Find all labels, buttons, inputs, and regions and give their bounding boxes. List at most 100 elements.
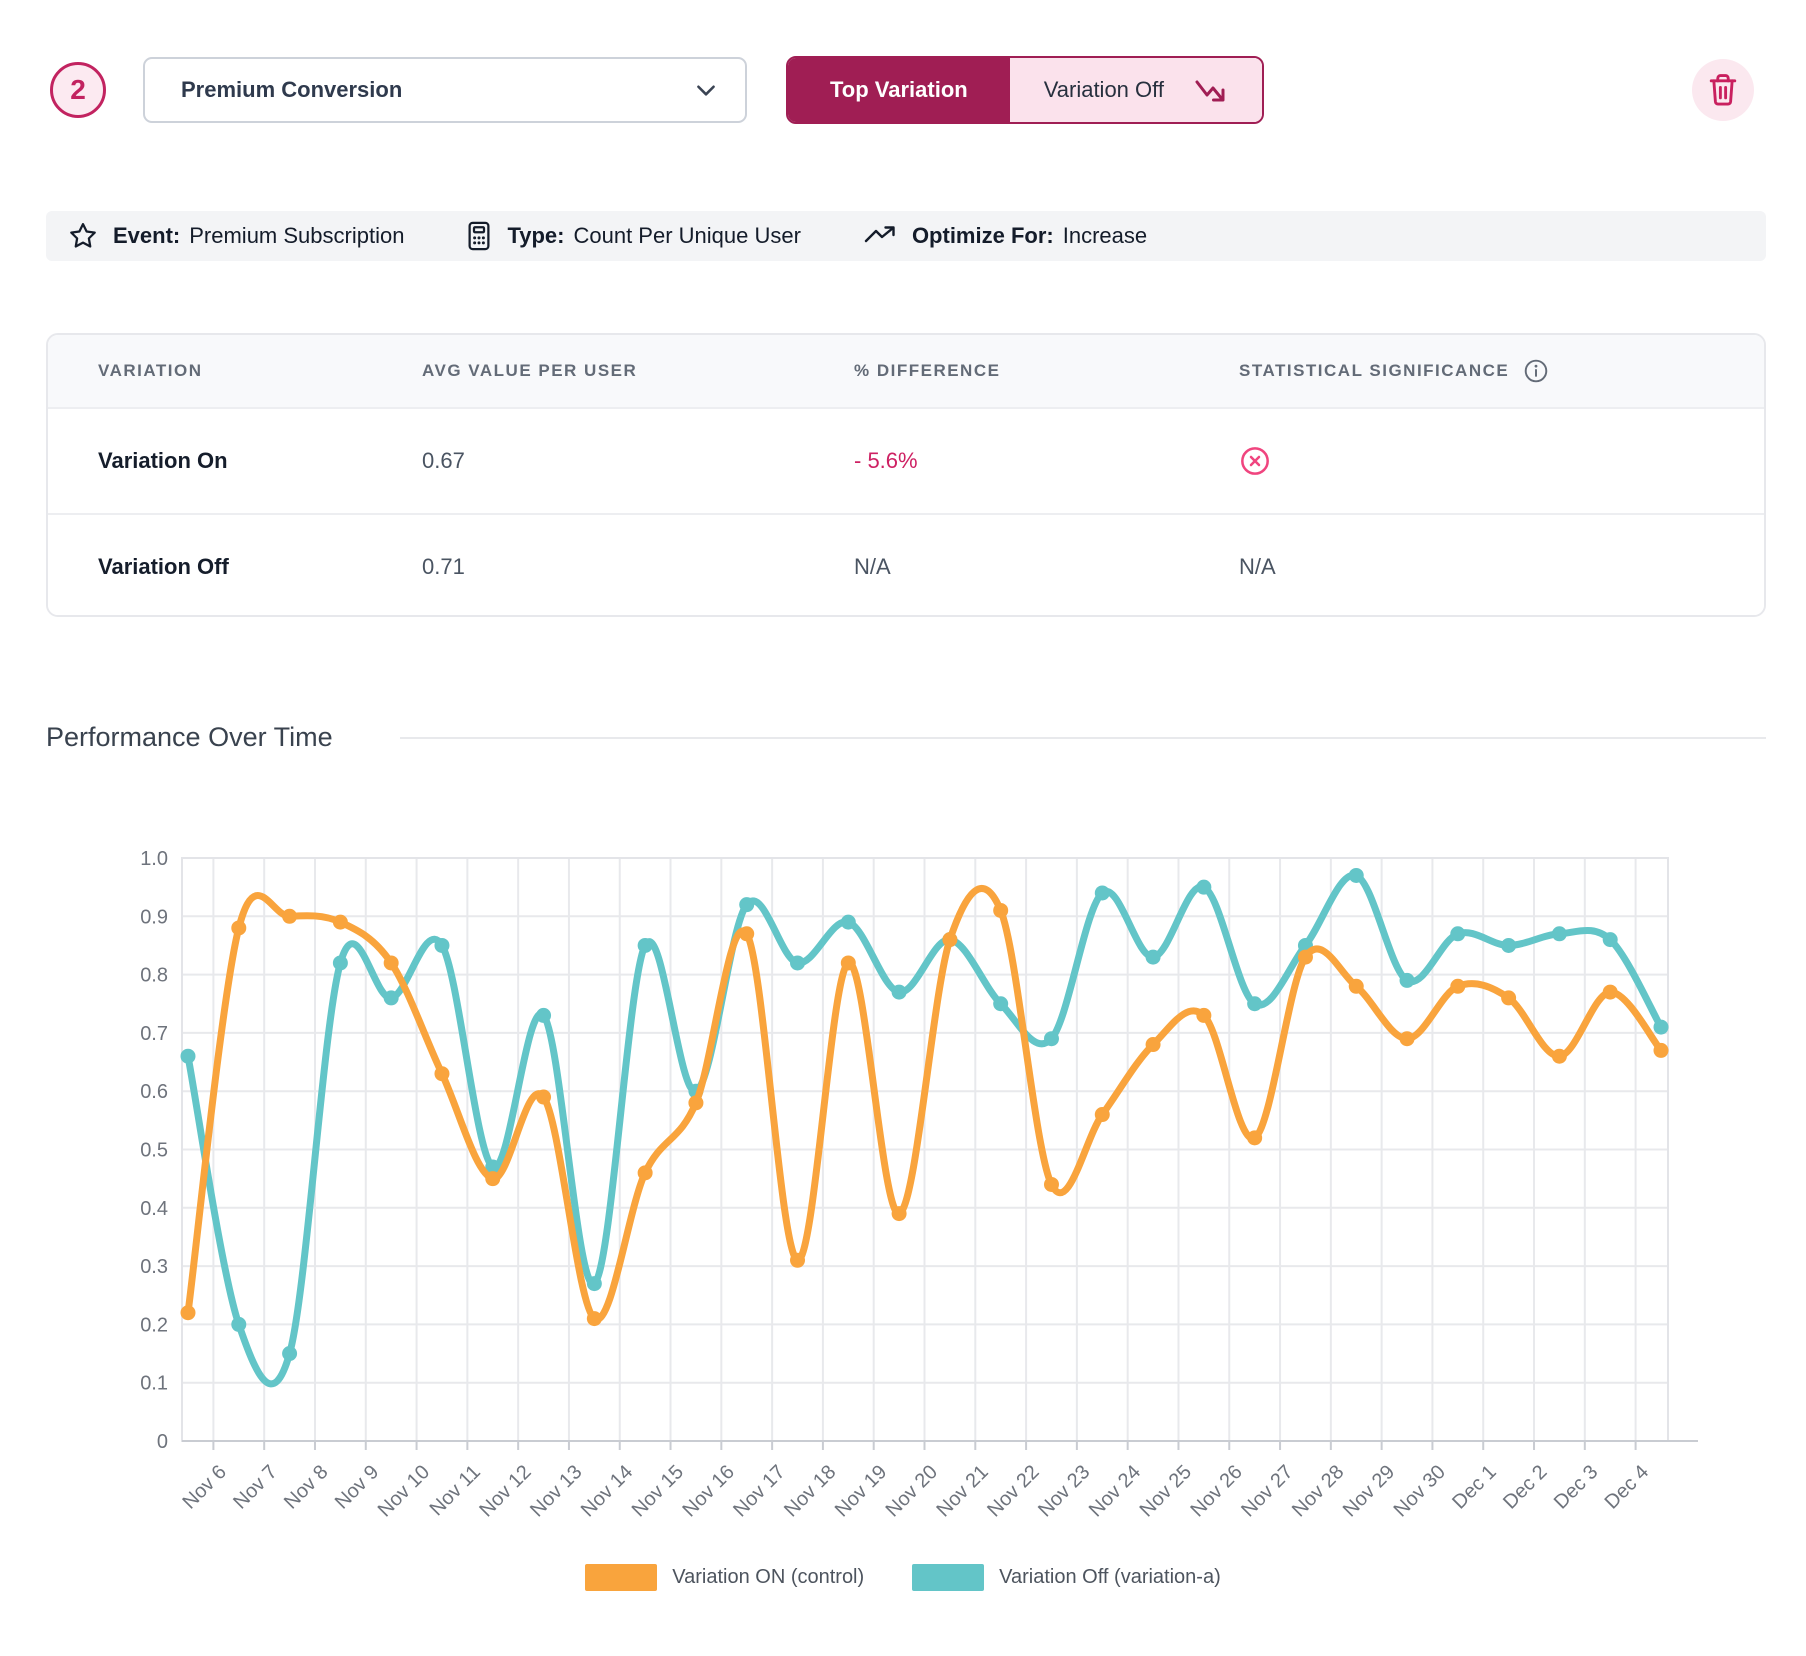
data-point-marker [282, 1346, 297, 1361]
data-point-marker [333, 955, 348, 970]
y-axis-tick: 0.7 [140, 1023, 168, 1045]
data-point-marker [181, 1305, 196, 1320]
x-axis-tick: Dec 4 [1601, 1461, 1654, 1514]
section-title: Performance Over Time [46, 722, 333, 753]
metric-select[interactable]: Premium Conversion [143, 57, 747, 123]
table-row-variation-on: Variation On 0.67 - 5.6% [48, 409, 1764, 513]
y-axis-tick: 0.9 [140, 906, 168, 928]
legend-item[interactable]: Variation ON (control) [585, 1564, 864, 1591]
metric-index-number: 2 [70, 74, 86, 106]
x-axis-tick: Nov 30 [1390, 1461, 1450, 1521]
delete-metric-button[interactable] [1692, 59, 1754, 121]
data-point-marker [231, 920, 246, 935]
data-point-marker [993, 996, 1008, 1011]
legend-label: Variation Off (variation-a) [999, 1566, 1221, 1589]
trend-up-icon [863, 223, 897, 249]
data-point-marker [739, 926, 754, 941]
x-axis-tick: Nov 10 [374, 1461, 434, 1521]
x-axis-tick: Nov 20 [882, 1461, 942, 1521]
legend-swatch [912, 1564, 984, 1591]
summary-type: Type: Count Per Unique User [466, 221, 801, 251]
table-row-variation-off: Variation Off 0.71 N/A N/A [48, 513, 1764, 617]
data-point-marker [384, 990, 399, 1005]
data-point-marker [1450, 926, 1465, 941]
x-axis-tick: Dec 3 [1550, 1461, 1603, 1514]
y-axis-tick: 1.0 [140, 848, 168, 870]
col-header-avg-value: AVG VALUE PER USER [422, 361, 854, 381]
data-point-marker [841, 915, 856, 930]
data-point-marker [1654, 1020, 1669, 1035]
data-point-marker [1247, 996, 1262, 1011]
data-point-marker [1400, 973, 1415, 988]
data-point-marker [1146, 1037, 1161, 1052]
data-point-marker [1095, 1107, 1110, 1122]
data-point-marker [485, 1171, 500, 1186]
data-point-marker [1552, 1049, 1567, 1064]
col-header-significance: STATISTICAL SIGNIFICANCE [1239, 361, 1509, 381]
data-point-marker [790, 1253, 805, 1268]
data-point-marker [181, 1049, 196, 1064]
data-point-marker [1349, 868, 1364, 883]
data-point-marker [282, 909, 297, 924]
data-point-marker [942, 932, 957, 947]
data-point-marker [1349, 979, 1364, 994]
summary-optimize: Optimize For: Increase [863, 223, 1147, 249]
data-point-marker [1501, 938, 1516, 953]
x-axis-tick: Nov 28 [1288, 1461, 1348, 1521]
variation-off-button[interactable]: Variation Off [1010, 58, 1262, 122]
data-point-marker [587, 1276, 602, 1291]
summary-type-value: Count Per Unique User [573, 223, 800, 249]
x-axis-tick: Nov 22 [983, 1461, 1043, 1521]
data-point-marker [1552, 926, 1567, 941]
legend-item[interactable]: Variation Off (variation-a) [912, 1564, 1221, 1591]
x-axis-tick: Nov 24 [1085, 1461, 1145, 1521]
data-point-marker [384, 955, 399, 970]
metric-index-badge: 2 [50, 62, 106, 118]
metric-select-value: Premium Conversion [181, 77, 402, 103]
col-header-difference: % DIFFERENCE [854, 361, 1239, 381]
summary-optimize-value: Increase [1063, 223, 1147, 249]
y-axis-tick: 0 [157, 1431, 168, 1453]
summary-type-label: Type: [507, 223, 564, 249]
section-divider [400, 737, 1766, 739]
row-diff-value: - 5.6% [854, 448, 1239, 474]
data-point-marker [434, 1066, 449, 1081]
top-variation-button[interactable]: Top Variation [788, 58, 1010, 122]
x-axis-tick: Nov 8 [280, 1461, 333, 1514]
x-axis-tick: Nov 15 [628, 1461, 688, 1521]
x-axis-tick: Nov 27 [1237, 1461, 1297, 1521]
x-axis-tick: Nov 7 [229, 1461, 282, 1514]
x-axis-tick: Nov 14 [577, 1461, 637, 1521]
info-icon[interactable] [1523, 358, 1549, 384]
data-point-marker [1501, 990, 1516, 1005]
data-point-marker [1095, 885, 1110, 900]
x-axis-tick: Nov 6 [178, 1461, 231, 1514]
variation-results-table: VARIATION AVG VALUE PER USER % DIFFERENC… [46, 333, 1766, 617]
y-axis-tick: 0.6 [140, 1081, 168, 1103]
data-point-marker [1044, 1177, 1059, 1192]
data-point-marker [892, 985, 907, 1000]
x-axis-tick: Nov 19 [831, 1461, 891, 1521]
row-avg-value: 0.67 [422, 448, 854, 474]
data-point-marker [638, 1165, 653, 1180]
data-point-marker [1196, 880, 1211, 895]
row-diff-value: N/A [854, 554, 1239, 580]
x-axis-tick: Dec 2 [1499, 1461, 1552, 1514]
trash-icon [1707, 73, 1739, 107]
x-axis-tick: Nov 11 [426, 1461, 485, 1520]
metric-summary-bar: Event: Premium Subscription Type: Count … [46, 211, 1766, 261]
x-axis-tick: Nov 13 [526, 1461, 586, 1521]
data-point-marker [1400, 1031, 1415, 1046]
summary-event: Event: Premium Subscription [68, 221, 404, 251]
x-axis-tick: Nov 26 [1186, 1461, 1246, 1521]
variation-segmented-control: Top Variation Variation Off [786, 56, 1264, 124]
performance-chart: 00.10.20.30.40.50.60.70.80.91.0Nov 6Nov … [30, 828, 1776, 1538]
x-axis-tick: Nov 12 [475, 1461, 535, 1521]
summary-optimize-label: Optimize For: [912, 223, 1054, 249]
legend-label: Variation ON (control) [672, 1566, 864, 1589]
y-axis-tick: 0.2 [140, 1314, 168, 1336]
calculator-icon [466, 221, 492, 251]
data-point-marker [333, 915, 348, 930]
x-axis-tick: Nov 16 [678, 1461, 738, 1521]
variation-off-label: Variation Off [1044, 77, 1164, 103]
